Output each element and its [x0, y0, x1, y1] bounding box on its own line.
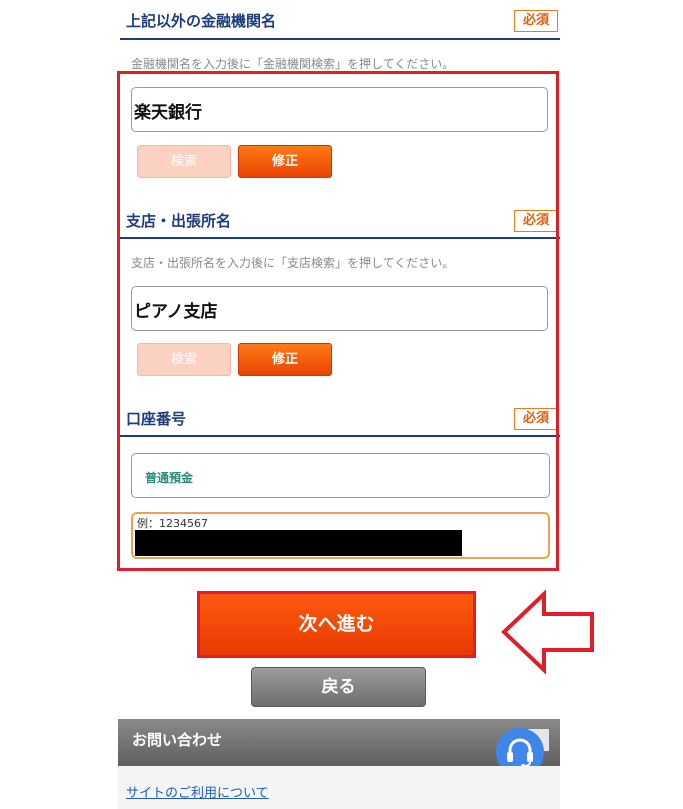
account-type-value: 普通預金 — [145, 471, 194, 485]
branch-name-hint: 支店・出張所名を入力後に「支店検索」を押してください。 — [131, 256, 455, 270]
back-button[interactable]: 戻る — [251, 667, 426, 707]
required-badge: 必須 — [514, 408, 558, 430]
required-badge: 必須 — [514, 10, 558, 32]
branch-name-input[interactable]: ピアノ支店 — [131, 286, 548, 331]
section-divider — [120, 38, 560, 40]
account-number-header: 口座番号 必須 — [120, 408, 560, 438]
bank-search-button[interactable]: 検索 — [137, 145, 231, 178]
branch-fix-button[interactable]: 修正 — [238, 343, 332, 376]
branch-name-title: 支店・出張所名 — [126, 212, 232, 230]
bank-name-hint: 金融機関名を入力後に「金融機関検索」を押してください。 — [131, 57, 455, 71]
site-usage-link[interactable]: サイトのご利用について — [126, 782, 269, 801]
bank-name-title: 上記以外の金融機関名 — [126, 12, 277, 30]
bank-fix-button[interactable]: 修正 — [238, 145, 332, 178]
next-button[interactable]: 次へ進む — [197, 591, 476, 658]
branch-name-header: 支店・出張所名 必須 — [120, 210, 560, 240]
account-type-select[interactable]: 普通預金 — [131, 453, 550, 498]
account-number-input[interactable]: 例：1234567 — [131, 512, 550, 559]
branch-name-value: ピアノ支店 — [134, 302, 218, 322]
left-arrow-icon — [501, 590, 594, 674]
account-number-placeholder: 例：1234567 — [137, 517, 208, 530]
required-badge: 必須 — [514, 210, 558, 232]
section-divider — [120, 435, 560, 437]
contact-bar[interactable]: お問い合わせ — [118, 719, 560, 766]
bank-name-value: 楽天銀行 — [134, 103, 202, 123]
bank-name-header: 上記以外の金融機関名 必須 — [120, 10, 560, 40]
branch-search-button[interactable]: 検索 — [137, 343, 231, 376]
contact-label: お問い合わせ — [132, 731, 223, 749]
redacted-value — [135, 530, 462, 556]
site-usage-bar: サイトのご利用について — [118, 766, 560, 809]
account-number-title: 口座番号 — [126, 410, 187, 428]
section-divider — [120, 237, 560, 239]
bank-name-input[interactable]: 楽天銀行 — [131, 87, 548, 132]
